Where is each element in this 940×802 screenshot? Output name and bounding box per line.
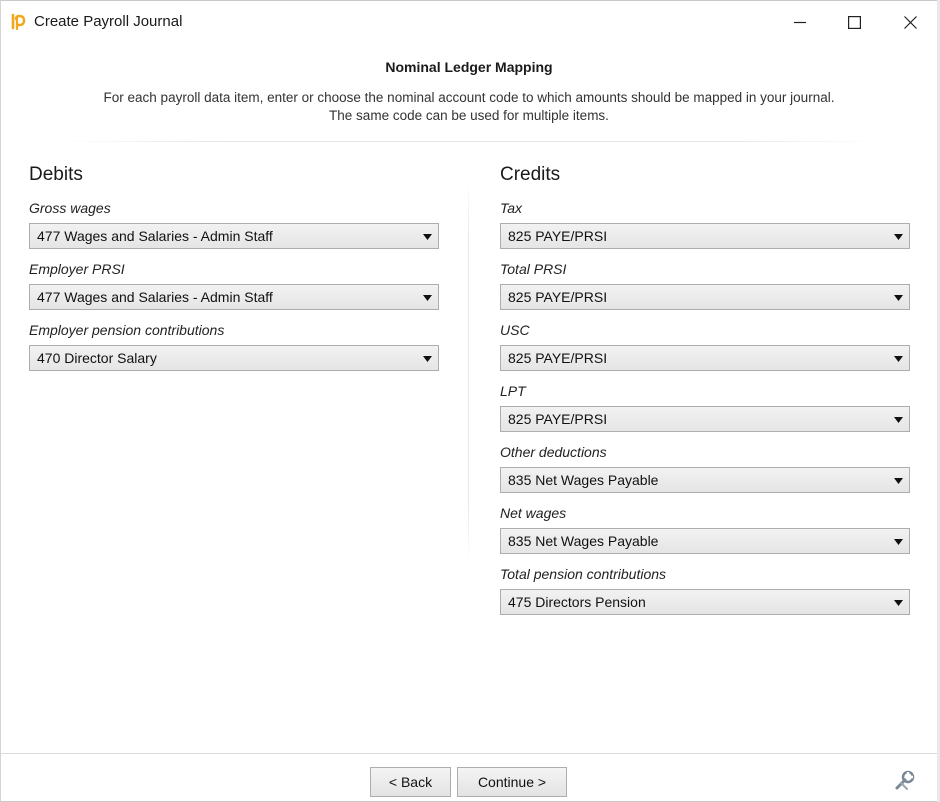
- combo-value: 477 Wages and Salaries - Admin Staff: [37, 228, 273, 244]
- app-logo-icon: [11, 13, 26, 31]
- close-button[interactable]: [887, 7, 933, 37]
- field-label: Employer PRSI: [29, 261, 125, 277]
- dropdown-arrow-icon: [893, 232, 903, 242]
- other-deductions-field: Other deductions 835 Net Wages Payable: [500, 443, 910, 493]
- total-prsi-combobox[interactable]: 825 PAYE/PRSI: [500, 284, 910, 310]
- lpt-combobox[interactable]: 825 PAYE/PRSI: [500, 406, 910, 432]
- total-pension-combobox[interactable]: 475 Directors Pension: [500, 589, 910, 615]
- employer-pension-combobox[interactable]: 470 Director Salary: [29, 345, 439, 371]
- maximize-button[interactable]: [831, 7, 877, 37]
- footer-divider: [1, 753, 937, 754]
- description-line-1: For each payroll data item, enter or cho…: [103, 90, 835, 105]
- wrench-icon[interactable]: [893, 769, 917, 793]
- dropdown-arrow-icon: [893, 537, 903, 547]
- field-label: Gross wages: [29, 200, 111, 216]
- continue-button[interactable]: Continue >: [457, 767, 567, 797]
- combo-value: 470 Director Salary: [37, 350, 157, 366]
- gross-wages-combobox[interactable]: 477 Wages and Salaries - Admin Staff: [29, 223, 439, 249]
- combo-value: 835 Net Wages Payable: [508, 533, 659, 549]
- field-label: Total PRSI: [500, 261, 567, 277]
- combo-value: 825 PAYE/PRSI: [508, 289, 608, 305]
- title-bar: Create Payroll Journal: [1, 1, 937, 43]
- combo-value: 825 PAYE/PRSI: [508, 411, 608, 427]
- field-label: Net wages: [500, 505, 567, 521]
- combo-value: 835 Net Wages Payable: [508, 472, 659, 488]
- net-wages-combobox[interactable]: 835 Net Wages Payable: [500, 528, 910, 554]
- combo-value: 825 PAYE/PRSI: [508, 228, 608, 244]
- dropdown-arrow-icon: [893, 598, 903, 608]
- close-icon: [903, 15, 917, 29]
- minimize-icon: [794, 21, 806, 24]
- total-pension-field: Total pension contributions 475 Director…: [500, 565, 910, 615]
- dropdown-arrow-icon: [893, 415, 903, 425]
- net-wages-field: Net wages 835 Net Wages Payable: [500, 504, 910, 554]
- lpt-field: LPT 825 PAYE/PRSI: [500, 382, 910, 432]
- field-label: Employer pension contributions: [29, 322, 225, 338]
- other-deductions-combobox[interactable]: 835 Net Wages Payable: [500, 467, 910, 493]
- back-button[interactable]: < Back: [370, 767, 451, 797]
- usc-field: USC 825 PAYE/PRSI: [500, 321, 910, 371]
- column-divider: [468, 181, 469, 561]
- combo-value: 477 Wages and Salaries - Admin Staff: [37, 289, 273, 305]
- gross-wages-field: Gross wages 477 Wages and Salaries - Adm…: [29, 199, 439, 249]
- field-label: Total pension contributions: [500, 566, 667, 582]
- combo-value: 475 Directors Pension: [508, 594, 646, 610]
- field-label: USC: [500, 322, 530, 338]
- tax-field: Tax 825 PAYE/PRSI: [500, 199, 910, 249]
- dropdown-arrow-icon: [893, 476, 903, 486]
- dropdown-arrow-icon: [422, 354, 432, 364]
- employer-prsi-field: Employer PRSI 477 Wages and Salaries - A…: [29, 260, 439, 310]
- tax-combobox[interactable]: 825 PAYE/PRSI: [500, 223, 910, 249]
- page-title: Nominal Ledger Mapping: [385, 59, 553, 75]
- field-label: LPT: [500, 383, 526, 399]
- employer-pension-field: Employer pension contributions 470 Direc…: [29, 321, 439, 371]
- dropdown-arrow-icon: [422, 232, 432, 242]
- dropdown-arrow-icon: [893, 293, 903, 303]
- debits-heading: Debits: [29, 164, 83, 185]
- field-label: Other deductions: [500, 444, 607, 460]
- combo-value: 825 PAYE/PRSI: [508, 350, 608, 366]
- minimize-button[interactable]: [777, 7, 823, 37]
- field-label: Tax: [500, 200, 523, 216]
- credits-heading: Credits: [500, 164, 561, 185]
- employer-prsi-combobox[interactable]: 477 Wages and Salaries - Admin Staff: [29, 284, 439, 310]
- maximize-icon: [847, 15, 861, 29]
- page-description: For each payroll data item, enter or cho…: [1, 89, 937, 125]
- dropdown-arrow-icon: [893, 354, 903, 364]
- header-divider: [61, 141, 877, 142]
- usc-combobox[interactable]: 825 PAYE/PRSI: [500, 345, 910, 371]
- total-prsi-field: Total PRSI 825 PAYE/PRSI: [500, 260, 910, 310]
- window-title: Create Payroll Journal: [34, 13, 183, 30]
- dialog-window: Create Payroll Journal Nominal Ledger Ma…: [0, 0, 938, 802]
- dropdown-arrow-icon: [422, 293, 432, 303]
- description-line-2: The same code can be used for multiple i…: [329, 108, 609, 123]
